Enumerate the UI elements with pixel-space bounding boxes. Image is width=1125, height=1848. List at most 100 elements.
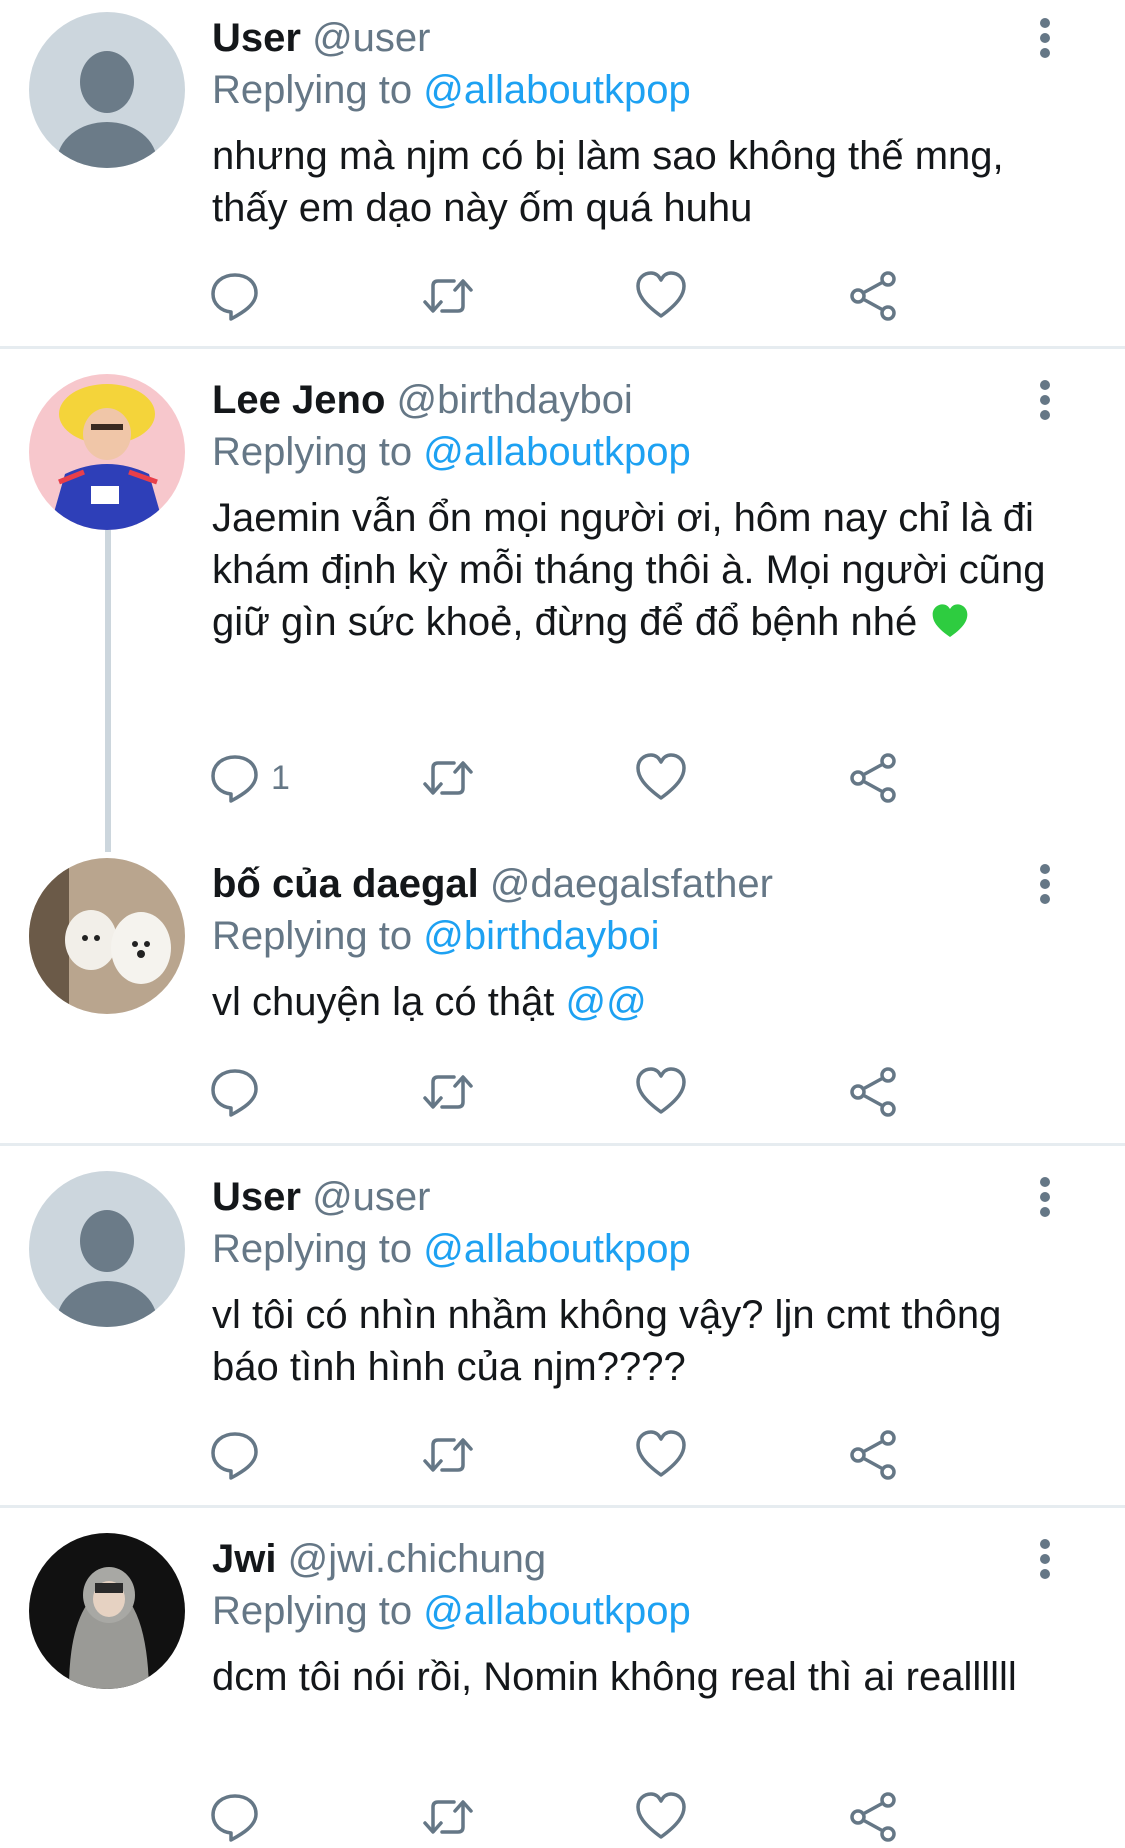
reply-icon	[211, 273, 258, 321]
like-icon	[636, 271, 686, 318]
retweet-button[interactable]	[418, 1062, 478, 1122]
user-handle[interactable]: @daegalsfather	[490, 862, 773, 906]
tweet-actions: 1	[205, 748, 1045, 808]
tweet-header: bố của daegal @daegalsfather	[212, 860, 773, 908]
tweet-header: Lee Jeno @birthdayboi	[212, 376, 633, 424]
tweet-text: dcm tôi nói rồi, Nomin không real thì ai…	[212, 1655, 1017, 1699]
tweet-text: nhưng mà njm có bị làm sao không thế mng…	[212, 134, 1004, 230]
avatar[interactable]	[29, 1533, 185, 1689]
more-options-button[interactable]	[1025, 14, 1065, 62]
like-icon	[636, 1067, 686, 1114]
user-handle[interactable]: @birthdayboi	[397, 378, 633, 422]
replying-to: Replying to @allaboutkpop	[212, 66, 691, 114]
retweet-icon	[423, 761, 473, 795]
text-mention-link[interactable]: @@	[566, 980, 647, 1024]
retweet-button[interactable]	[418, 1787, 478, 1847]
display-name[interactable]: Jwi	[212, 1537, 276, 1581]
share-button[interactable]	[844, 748, 904, 808]
reply-button[interactable]	[205, 1062, 271, 1122]
retweet-icon	[423, 1075, 473, 1109]
default-avatar-icon	[29, 12, 185, 168]
display-name[interactable]: User	[212, 16, 301, 60]
tweet-text-body: vl chuyện lạ có thật	[212, 980, 555, 1024]
share-button[interactable]	[844, 1787, 904, 1847]
more-options-button[interactable]	[1025, 1535, 1065, 1583]
like-button[interactable]	[631, 1425, 691, 1485]
reply-count: 1	[271, 758, 290, 797]
more-options-button[interactable]	[1025, 1173, 1065, 1221]
share-icon	[850, 753, 896, 803]
display-name[interactable]: bố của daegal	[212, 862, 479, 906]
share-icon	[850, 271, 896, 321]
replying-to-label: Replying to	[212, 430, 413, 474]
retweet-button[interactable]	[418, 266, 478, 326]
replying-to: Replying to @birthdayboi	[212, 912, 660, 960]
user-handle[interactable]: @user	[312, 1175, 430, 1219]
hoodie-photo-icon	[29, 1533, 185, 1689]
like-icon	[636, 1430, 686, 1477]
more-icon	[1040, 1177, 1050, 1217]
reply-icon	[211, 1069, 258, 1117]
reply-mention-link[interactable]: @allaboutkpop	[423, 430, 690, 474]
avatar[interactable]	[29, 374, 185, 530]
reply-button[interactable]: 1	[205, 748, 290, 808]
replying-to-label: Replying to	[212, 914, 413, 958]
more-icon	[1040, 380, 1050, 420]
tweet-header: User @user	[212, 14, 431, 62]
retweet-button[interactable]	[418, 1425, 478, 1485]
avatar[interactable]	[29, 12, 185, 168]
tweet-text-body: Jaemin vẫn ổn mọi người ơi, hôm nay chỉ …	[212, 496, 1046, 644]
more-icon	[1040, 18, 1050, 58]
tweet-header: Jwi @jwi.chichung	[212, 1535, 546, 1583]
replying-to: Replying to @allaboutkpop	[212, 1587, 691, 1635]
reply-button[interactable]	[205, 1425, 271, 1485]
avatar[interactable]	[29, 858, 185, 1014]
dogs-photo-icon	[29, 858, 185, 1014]
share-button[interactable]	[844, 266, 904, 326]
reply-button[interactable]	[205, 266, 271, 326]
more-options-button[interactable]	[1025, 860, 1065, 908]
like-icon	[636, 1792, 686, 1839]
share-icon	[850, 1067, 896, 1117]
yellow-hair-photo-icon	[29, 374, 185, 530]
tweet-actions	[205, 1425, 1045, 1485]
reply-mention-link[interactable]: @allaboutkpop	[423, 1227, 690, 1271]
divider	[0, 1143, 1125, 1146]
divider	[0, 1505, 1125, 1508]
user-handle[interactable]: @user	[312, 16, 430, 60]
reply-mention-link[interactable]: @allaboutkpop	[423, 1589, 690, 1633]
reply-icon	[211, 1794, 258, 1842]
like-button[interactable]	[631, 266, 691, 326]
more-options-button[interactable]	[1025, 376, 1065, 424]
replying-to-label: Replying to	[212, 1227, 413, 1271]
retweet-button[interactable]	[418, 748, 478, 808]
share-icon	[850, 1430, 896, 1480]
display-name[interactable]: User	[212, 1175, 301, 1219]
user-handle[interactable]: @jwi.chichung	[288, 1537, 547, 1581]
thread-line	[105, 530, 111, 852]
more-icon	[1040, 864, 1050, 904]
tweet-actions	[205, 266, 1045, 326]
replying-to: Replying to @allaboutkpop	[212, 428, 691, 476]
reply-button[interactable]	[205, 1787, 271, 1847]
divider	[0, 346, 1125, 349]
tweet-text: vl tôi có nhìn nhầm không vậy? ljn cmt t…	[212, 1293, 1002, 1389]
like-button[interactable]	[631, 1062, 691, 1122]
display-name[interactable]: Lee Jeno	[212, 378, 385, 422]
green-heart-emoji	[928, 601, 972, 641]
reply-mention-link[interactable]: @allaboutkpop	[423, 68, 690, 112]
like-button[interactable]	[631, 1787, 691, 1847]
like-button[interactable]	[631, 748, 691, 808]
tweet-actions	[205, 1062, 1045, 1122]
replying-to-label: Replying to	[212, 1589, 413, 1633]
retweet-icon	[423, 279, 473, 313]
share-button[interactable]	[844, 1062, 904, 1122]
default-avatar-icon	[29, 1171, 185, 1327]
retweet-icon	[423, 1800, 473, 1834]
reply-icon	[211, 755, 258, 803]
reply-mention-link[interactable]: @birthdayboi	[423, 914, 659, 958]
tweet-actions	[205, 1787, 1045, 1847]
tweet-text: Jaemin vẫn ổn mọi người ơi, hôm nay chỉ …	[212, 492, 1062, 648]
avatar[interactable]	[29, 1171, 185, 1327]
share-button[interactable]	[844, 1425, 904, 1485]
